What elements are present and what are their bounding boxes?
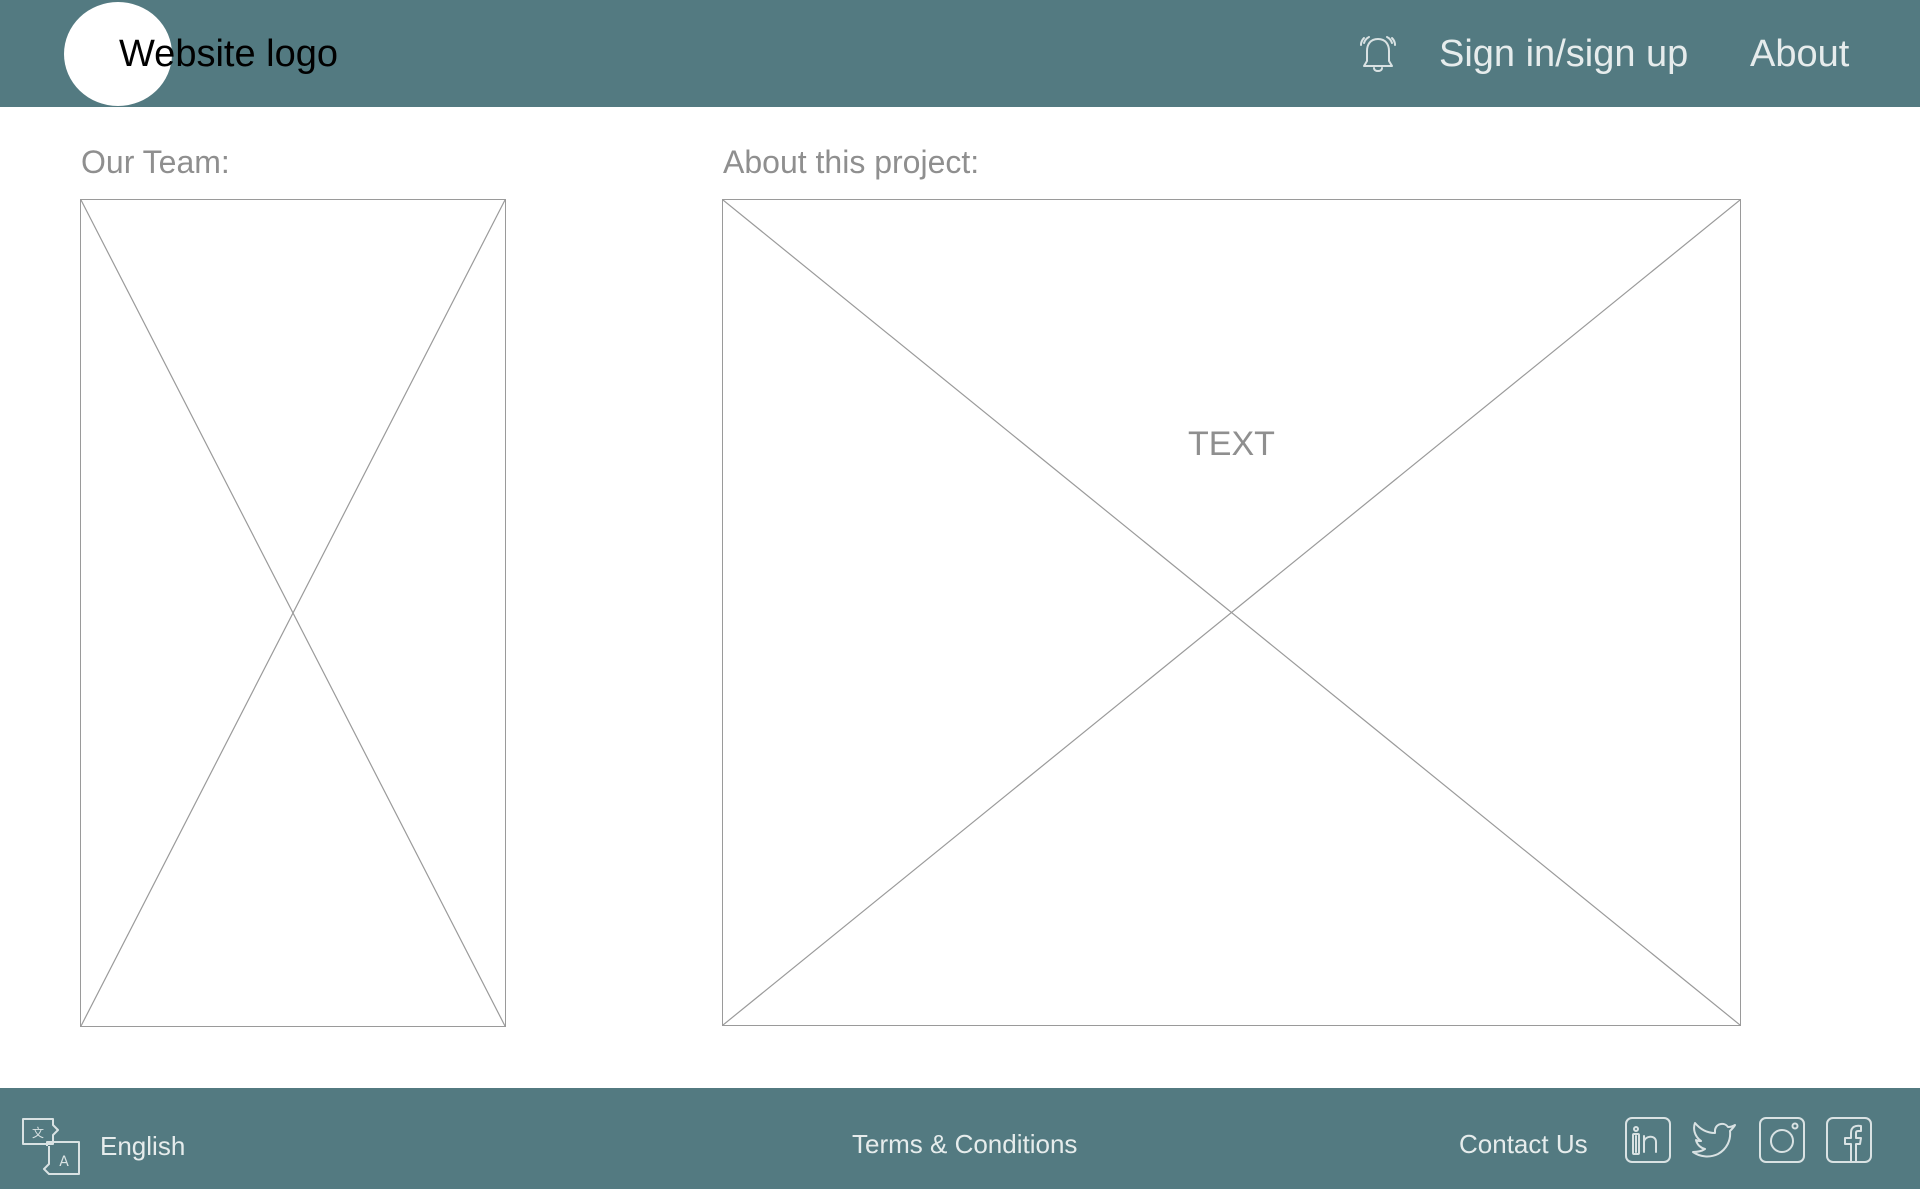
nav-about-link[interactable]: About — [1750, 32, 1849, 76]
svg-text:文: 文 — [32, 1125, 44, 1140]
terms-link[interactable]: Terms & Conditions — [852, 1129, 1077, 1159]
team-image-placeholder — [80, 199, 506, 1027]
linkedin-icon[interactable] — [1624, 1116, 1672, 1164]
page: Website logo Sign in/sign up About Our T… — [0, 0, 1920, 1189]
project-image-placeholder — [722, 199, 1741, 1026]
nav-sign-in-link[interactable]: Sign in/sign up — [1439, 32, 1688, 76]
bell-icon[interactable] — [1358, 34, 1398, 76]
contact-link[interactable]: Contact Us — [1459, 1129, 1588, 1159]
project-placeholder-text: TEXT — [1188, 425, 1275, 463]
language-selector[interactable]: English — [100, 1131, 185, 1161]
placeholder-cross — [723, 200, 1740, 1025]
svg-text:A: A — [59, 1154, 69, 1170]
team-heading: Our Team: — [81, 144, 230, 180]
placeholder-cross — [81, 200, 505, 1026]
project-heading: About this project: — [723, 144, 980, 180]
facebook-icon[interactable] — [1825, 1116, 1873, 1164]
translate-icon[interactable]: 文 A — [20, 1116, 82, 1178]
twitter-icon[interactable] — [1690, 1116, 1738, 1164]
logo-text[interactable]: Website logo — [119, 32, 338, 76]
instagram-icon[interactable] — [1758, 1116, 1806, 1164]
